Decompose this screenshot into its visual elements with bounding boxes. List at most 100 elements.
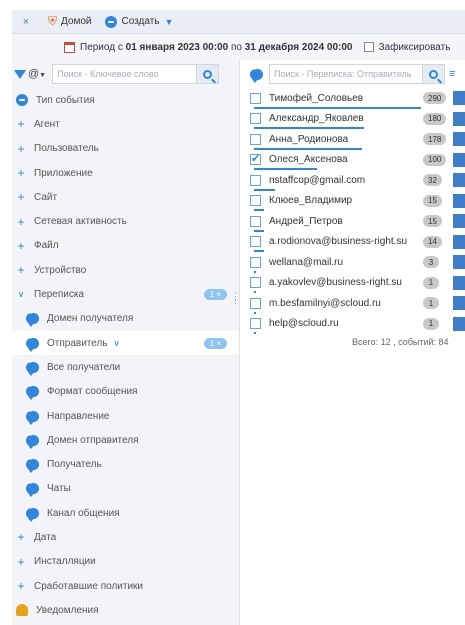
row-checkbox[interactable] [250,152,261,166]
row-action-icon[interactable] [453,296,465,310]
period-to[interactable]: 31 декабря 2024 00:00 [245,42,353,53]
sender-name[interactable]: wellana@mail.ru [269,257,343,268]
sender-name[interactable]: a.rodionova@business-right.su [269,236,407,247]
sender-row[interactable]: help@scloud.ru 1 [246,314,465,334]
sender-row[interactable]: Александр_Яковлев 180 [246,109,465,129]
sender-name[interactable]: m.besfamilnyi@scloud.ru [269,298,381,309]
sender-row[interactable]: nstaffcop@gmail.com 32 [246,170,465,191]
filter-icon[interactable] [14,69,26,79]
row-action-icon[interactable] [453,91,465,105]
tree-item-recipient-domain[interactable]: Домен получателя [12,307,239,331]
tree-item-event-type[interactable]: Тип события [12,88,239,112]
sender-name[interactable]: Тимофей_Соловьев [269,93,363,104]
row-action-icon[interactable] [453,152,465,167]
tree-item-triggered-policies[interactable]: + Сработавшие политики [12,574,239,598]
row-checkbox[interactable] [250,297,261,309]
expand-icon[interactable]: + [16,166,26,180]
row-action-icon[interactable] [453,173,465,187]
row-checkbox[interactable] [250,133,261,145]
filter-count-badge[interactable]: 1 × [203,289,227,301]
tree-item-all-recipients[interactable]: Все получатели [12,355,239,379]
row-checkbox[interactable] [250,92,261,104]
tree-item-site[interactable]: + Сайт [12,185,239,209]
sender-name[interactable]: Андрей_Петров [269,216,343,227]
tree-item-notifications[interactable]: Уведомления [12,598,239,622]
close-tab-button[interactable]: × [16,16,36,28]
sender-name[interactable]: Анна_Родионова [269,134,348,145]
sender-name[interactable]: Олеся_Аксенова [269,154,348,165]
tree-item-network[interactable]: + Сетевая активность [12,209,239,233]
sender-name[interactable]: a.yakovlev@business-right.su [269,277,402,288]
expand-icon[interactable]: + [16,263,26,277]
expand-icon[interactable]: + [16,117,26,131]
sender-name[interactable]: help@scloud.ru [269,318,339,329]
row-checkbox[interactable] [250,113,261,125]
sender-row[interactable]: m.besfamilnyi@scloud.ru 1 [246,293,465,314]
row-action-icon[interactable] [453,132,465,146]
sender-row[interactable]: a.yakovlev@business-right.su 1 [246,273,465,293]
sender-row[interactable]: Тимофей_Соловьев 290 [246,88,465,109]
sender-row[interactable]: Анна_Родионова 178 [246,129,465,150]
sender-search-button[interactable] [423,64,445,84]
expand-icon[interactable]: + [16,555,26,569]
row-checkbox[interactable] [250,256,261,268]
sender-row[interactable]: Андрей_Петров 15 [246,211,465,232]
row-action-icon[interactable] [453,316,465,331]
row-checkbox[interactable] [250,236,261,248]
sender-search-input[interactable] [269,64,423,84]
expand-icon[interactable]: + [16,239,26,253]
tree-item-sender[interactable]: Отправитель ∨ 1 × [12,330,239,356]
list-menu-icon[interactable]: ≡ [449,68,455,80]
tree-item-agent[interactable]: + Агент [12,112,239,136]
sender-name[interactable]: Александр_Яковлев [269,113,364,124]
tree-item-device[interactable]: + Устройство [12,258,239,282]
tree-item-user[interactable]: + Пользователь [12,137,239,161]
at-selector[interactable]: @▼ [28,68,46,80]
row-action-icon[interactable] [453,255,465,269]
expand-icon[interactable]: + [16,190,26,204]
sender-row[interactable]: wellana@mail.ru 3 [246,252,465,273]
period-from[interactable]: 01 января 2023 00:00 [126,42,229,53]
row-checkbox[interactable] [250,215,261,227]
home-button[interactable]: ⛨ Домой [48,14,91,29]
row-checkbox[interactable] [250,318,261,330]
sender-row[interactable]: Олеся_Аксенова 100 [246,150,465,170]
row-checkbox[interactable] [250,195,261,207]
tree-item-installations[interactable]: + Инсталляции [12,550,239,574]
row-action-icon[interactable] [453,234,465,249]
row-action-icon[interactable] [453,275,465,290]
chevron-down-icon[interactable]: ∨ [16,289,26,300]
tree-item-channel[interactable]: Канал общения [12,501,239,525]
tree-item-direction[interactable]: Направление [12,404,239,428]
tree-item-chats[interactable]: Чаты [12,477,239,501]
expand-icon[interactable]: + [16,215,26,229]
filter-search-input[interactable] [52,64,198,84]
tree-item-file[interactable]: + Файл [12,234,239,258]
sender-row[interactable]: Клюев_Владимир 15 [246,191,465,211]
calendar-icon[interactable] [64,41,75,53]
row-action-icon[interactable] [453,193,465,208]
tree-item-message-format[interactable]: Формат сообщения [12,380,239,404]
filter-search-button[interactable] [197,64,220,84]
sender-row[interactable]: a.rodionova@business-right.su 14 [246,232,465,252]
tree-item-recipient[interactable]: Получатель [12,452,239,476]
fix-period-checkbox[interactable] [364,42,375,52]
row-checkbox[interactable] [250,174,261,186]
sender-name[interactable]: nstaffcop@gmail.com [269,175,365,186]
row-action-icon[interactable] [453,111,465,126]
expand-icon[interactable]: + [16,579,26,593]
expand-icon[interactable]: + [16,530,26,544]
event-count-badge: 1 [423,276,439,289]
expand-icon[interactable]: + [16,142,26,156]
tree-item-sender-domain[interactable]: Домен отправителя [12,428,239,452]
tree-item-correspondence[interactable]: ∨ Переписка 1 × [12,282,239,306]
sender-name[interactable]: Клюев_Владимир [269,195,352,206]
chevron-down-icon[interactable]: ∨ [112,338,122,349]
filter-count-badge[interactable]: 1 × [203,337,227,349]
panel-resize-handle[interactable]: ⋮ ⋮ [231,292,240,305]
tree-item-date[interactable]: + Дата [12,525,239,549]
create-button[interactable]: Создать ▼ [105,15,173,28]
row-action-icon[interactable] [453,214,465,228]
tree-item-application[interactable]: + Приложение [12,161,239,185]
row-checkbox[interactable] [250,277,261,289]
